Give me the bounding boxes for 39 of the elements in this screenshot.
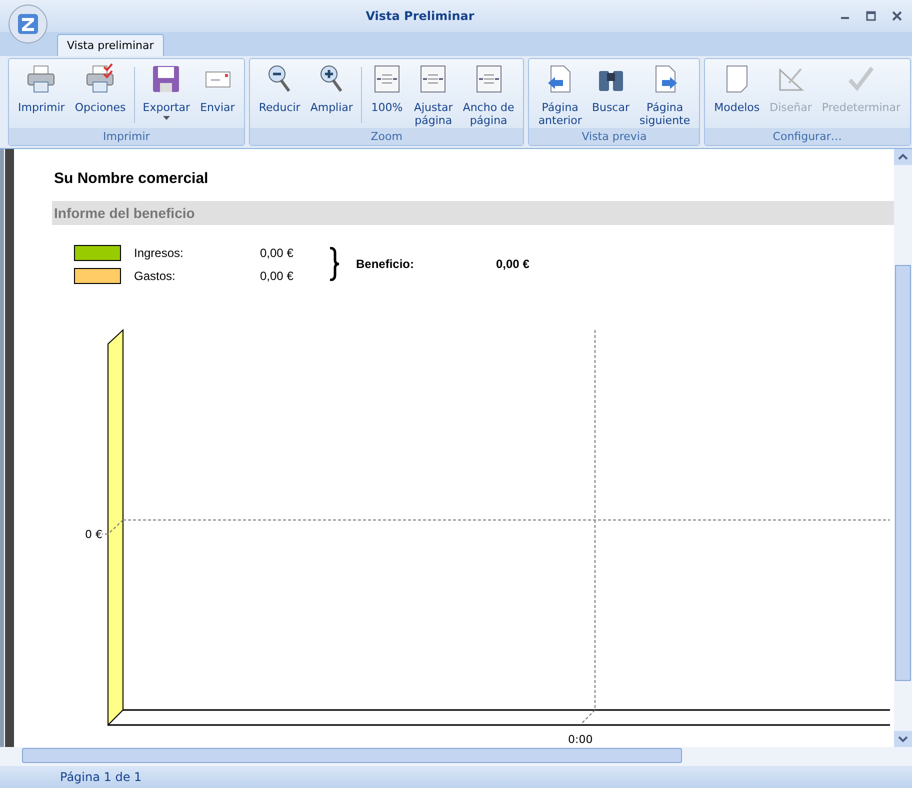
ribbon-button[interactable]: Ancho de página: [458, 63, 520, 127]
vertical-scrollbar[interactable]: [894, 149, 912, 747]
ribbon-button[interactable]: Imprimir: [13, 63, 70, 114]
company-name: Su Nombre comercial: [54, 170, 210, 187]
ribbon-button[interactable]: Ajustar página: [408, 63, 458, 127]
group-label: Zoom: [250, 128, 524, 145]
scroll-down-icon[interactable]: [894, 731, 912, 747]
window-title: Vista Preliminar: [364, 9, 476, 23]
ribbon-button[interactable]: Reducir: [254, 63, 306, 114]
ribbon-button[interactable]: Opciones: [70, 63, 131, 114]
legend-label: Ingresos:: [134, 246, 184, 260]
ribbon-button[interactable]: Página siguiente: [634, 63, 696, 127]
ribbon-button[interactable]: 100%: [364, 63, 409, 114]
section-heading: Informe del beneficio: [52, 201, 894, 225]
printer-checklist-icon: [84, 63, 116, 95]
legend-label: Gastos:: [134, 268, 176, 282]
brace-icon: [328, 247, 340, 281]
ribbon-button[interactable]: Página anterior: [533, 63, 587, 127]
group-label: Vista previa: [529, 128, 700, 145]
ribbon-button[interactable]: Ampliar: [305, 63, 358, 114]
group-label: Configurar…: [705, 128, 910, 145]
printer-icon: [25, 63, 58, 95]
ribbon-tab[interactable]: Vista preliminar: [57, 34, 164, 56]
close-icon[interactable]: [892, 11, 902, 21]
legend-value: 0,00 €: [260, 268, 294, 282]
horizontal-scrollbar[interactable]: [0, 747, 912, 766]
group-label: Imprimir: [9, 128, 244, 145]
ribbon-button[interactable]: Enviar: [195, 63, 240, 114]
legend-value: 0,00 €: [260, 246, 294, 260]
axis-tick-label: 0 €: [85, 528, 102, 541]
ribbon-button[interactable]: Modelos: [709, 63, 765, 114]
page-indicator: Página 1 de 1: [60, 770, 142, 784]
scroll-up-icon[interactable]: [894, 149, 912, 165]
result-label: Beneficio:: [356, 257, 416, 271]
axis-tick-label: 0:00: [568, 733, 593, 746]
result-value: 0,00 €: [496, 257, 530, 271]
ribbon-button[interactable]: Exportar: [138, 63, 196, 120]
maximize-icon[interactable]: [866, 11, 876, 21]
ribbon-button[interactable]: Buscar: [586, 63, 634, 114]
